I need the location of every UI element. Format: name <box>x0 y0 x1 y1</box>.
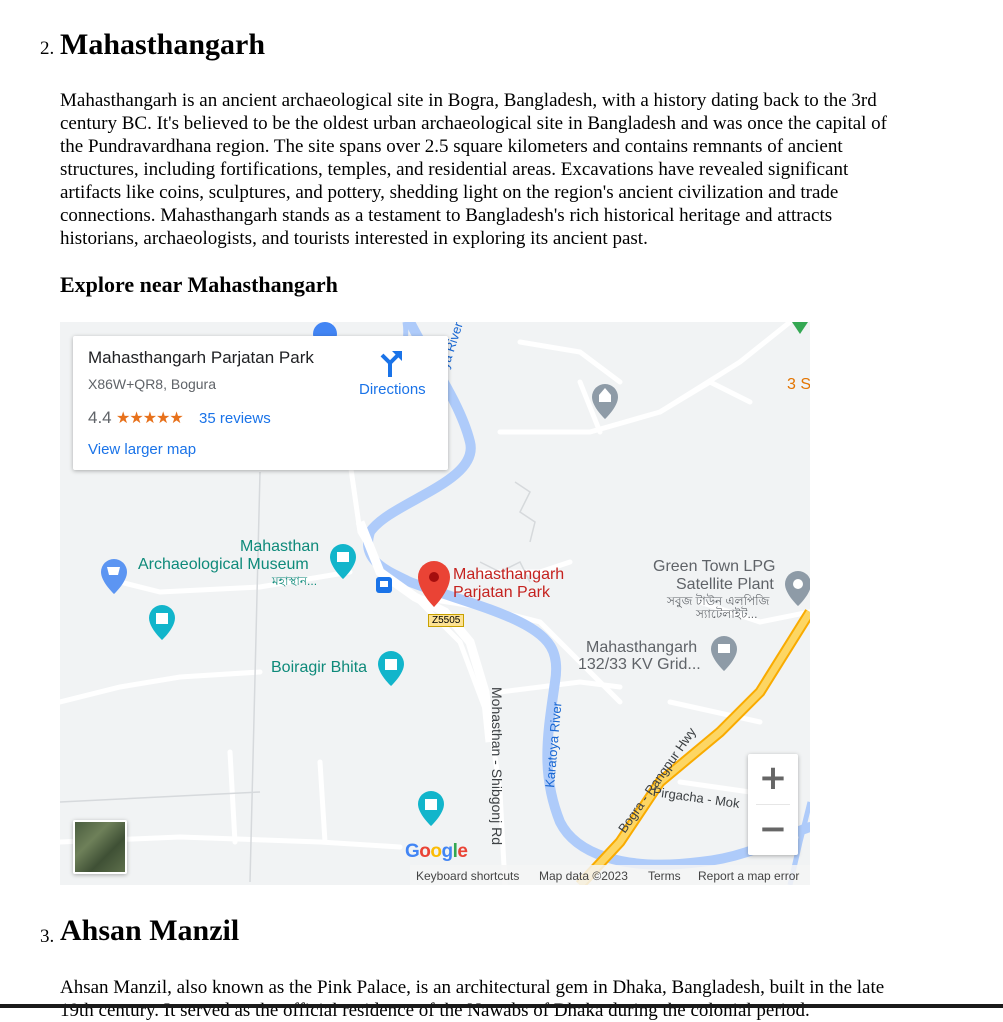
shopping-marker-icon[interactable] <box>101 559 127 594</box>
lpg-plant-marker-icon[interactable] <box>785 571 810 606</box>
boiragir-marker-icon[interactable] <box>378 651 404 686</box>
view-larger-map-link[interactable]: View larger map <box>88 441 196 458</box>
map-data-text: Map data ©2023 <box>539 869 628 883</box>
grid-marker-icon[interactable] <box>711 636 737 671</box>
museum-label-bn: মহাস্থান... <box>272 574 318 588</box>
rating-value: 4.4 <box>88 408 112 427</box>
map-footer: Keyboard shortcuts Map data ©2023 Terms … <box>410 865 810 885</box>
attraction-marker-icon[interactable] <box>149 605 175 640</box>
rating-stars-icon: ★★★★★ <box>116 410 184 427</box>
attraction-marker-bottom-icon[interactable] <box>418 791 444 826</box>
zoom-out-button[interactable]: − <box>748 805 798 855</box>
grid-label-1[interactable]: Mahasthangarh <box>586 639 697 657</box>
directions-icon[interactable] <box>378 349 404 377</box>
place-name: Mahasthangarh Parjatan Park <box>88 348 314 367</box>
green-town-label-2[interactable]: Satellite Plant <box>676 576 774 594</box>
zoom-controls: + − <box>748 754 798 855</box>
section-title-ahsan-manzil: Ahsan Manzil <box>60 914 240 947</box>
road-badge: Z5505 <box>428 614 465 627</box>
section-description: Mahasthangarh is an ancient archaeologic… <box>60 90 888 249</box>
place-address: X86W+QR8, Bogura <box>88 376 217 392</box>
terms-link[interactable]: Terms <box>648 869 681 883</box>
reviews-link[interactable]: 35 reviews <box>199 410 271 427</box>
section-title-mahasthangarh: Mahasthangarh <box>60 28 266 61</box>
report-error-link[interactable]: Report a map error <box>698 869 799 883</box>
explore-heading: Explore near Mahasthangarh <box>60 272 338 297</box>
list-number-3: 3. <box>40 926 55 947</box>
edge-label-3s: 3 S <box>787 376 810 393</box>
keyboard-shortcuts-link[interactable]: Keyboard shortcuts <box>416 869 519 883</box>
green-town-bn-2: স্যাটেলাইট... <box>696 607 758 621</box>
embedded-map[interactable]: Mahasthan Archaeological Museum মহাস্থান… <box>60 322 810 885</box>
grid-label-2[interactable]: 132/33 KV Grid... <box>578 656 701 674</box>
google-logo: Google <box>405 841 468 862</box>
scrollbar-edge <box>0 1004 1003 1008</box>
museum-label-1[interactable]: Mahasthan <box>240 538 319 556</box>
temple-marker-icon[interactable] <box>592 384 618 419</box>
zoom-in-button[interactable]: + <box>748 754 798 804</box>
museum-label-2[interactable]: Archaeological Museum <box>138 556 309 574</box>
satellite-toggle[interactable] <box>73 820 127 874</box>
section3-description: Ahsan Manzil, also known as the Pink Pal… <box>60 977 885 1021</box>
place-info-card: Mahasthangarh Parjatan Park X86W+QR8, Bo… <box>73 336 448 470</box>
directions-button[interactable]: Directions <box>359 381 426 398</box>
boiragir-label[interactable]: Boiragir Bhita <box>271 659 367 677</box>
park-label-1[interactable]: Mahasthangarh <box>453 566 564 584</box>
park-label-2[interactable]: Parjatan Park <box>453 584 550 602</box>
road-label-mohasthan: Mohasthan - Shibgonj Rd <box>489 687 505 845</box>
list-number-2: 2. <box>40 38 55 59</box>
green-town-label-1[interactable]: Green Town LPG <box>653 558 775 576</box>
